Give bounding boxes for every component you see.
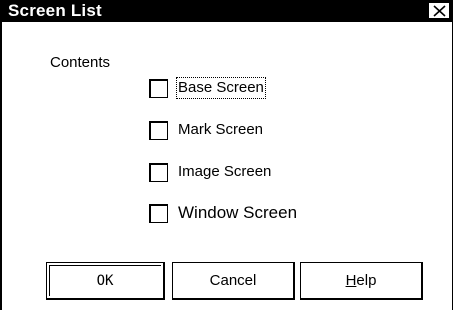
- dialog-title: Screen List: [8, 1, 102, 20]
- window-screen-checkbox[interactable]: [149, 204, 168, 223]
- close-button[interactable]: [428, 2, 450, 19]
- help-mnemonic: H: [345, 272, 357, 289]
- contents-group-label: Contents: [50, 54, 111, 71]
- mark-screen-checkbox[interactable]: [149, 121, 168, 140]
- ok-button-label: OK: [96, 273, 114, 289]
- ok-button[interactable]: OK: [46, 262, 165, 300]
- close-icon: [433, 5, 446, 17]
- help-label-rest: elp: [356, 272, 377, 289]
- help-button[interactable]: Help: [300, 262, 423, 300]
- title-bar[interactable]: Screen List: [2, 0, 452, 22]
- cancel-button-label: Cancel: [209, 272, 257, 289]
- base-screen-label[interactable]: Base Screen: [176, 77, 266, 99]
- window-screen-label[interactable]: Window Screen: [178, 203, 297, 223]
- mark-screen-label[interactable]: Mark Screen: [178, 120, 263, 140]
- image-screen-checkbox[interactable]: [149, 163, 168, 182]
- cancel-button[interactable]: Cancel: [172, 262, 295, 300]
- base-screen-checkbox[interactable]: [149, 79, 168, 98]
- help-button-label: Help: [346, 272, 377, 289]
- image-screen-label[interactable]: Image Screen: [178, 162, 271, 182]
- screen-list-dialog: Screen List Contents Base Screen Mark Sc…: [0, 0, 453, 310]
